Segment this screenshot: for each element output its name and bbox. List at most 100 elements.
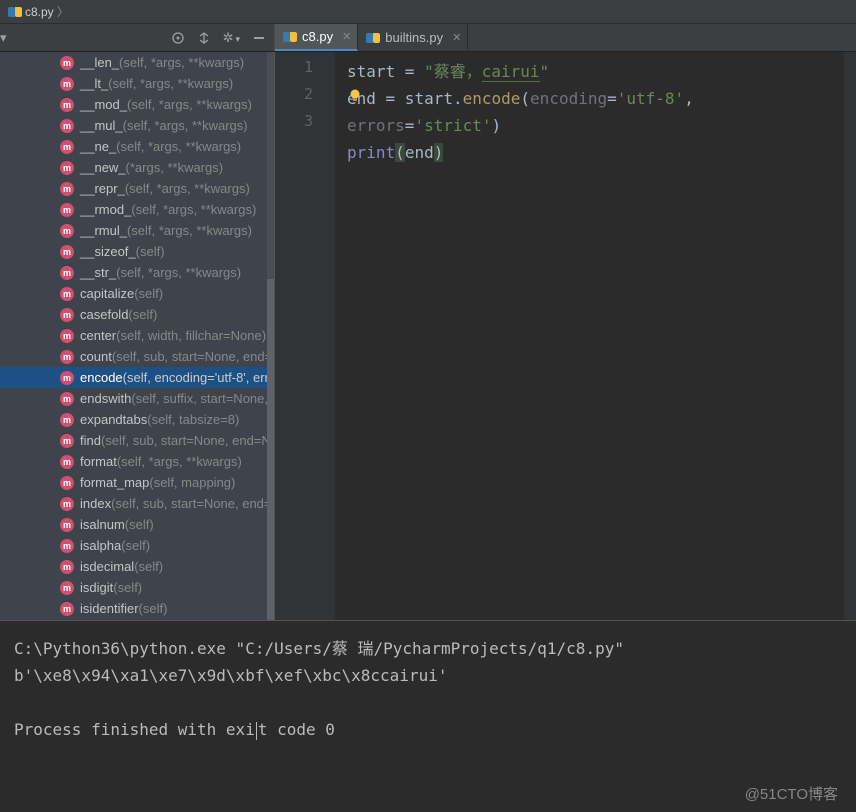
completion-item[interactable]: mcount(self, sub, start=None, end= [0, 346, 274, 367]
completion-item[interactable]: m endswith(self, suffix, start=None, e [0, 388, 274, 409]
method-badge-icon: m [60, 245, 74, 259]
completion-item[interactable]: misdigit(self) [0, 577, 274, 598]
hide-icon[interactable] [252, 31, 266, 45]
close-icon[interactable]: ✕ [452, 31, 461, 44]
method-badge-icon: m [60, 392, 74, 406]
completion-item[interactable]: m__str_(self, *args, **kwargs) [0, 262, 274, 283]
completion-item[interactable]: m isalnum(self) [0, 514, 274, 535]
completion-params: (self) [121, 538, 150, 553]
method-badge-icon: m [60, 518, 74, 532]
method-badge-icon: m [60, 287, 74, 301]
line-number: 2 [275, 85, 335, 112]
target-icon[interactable] [171, 31, 185, 45]
completion-params: (self, *args, **kwargs) [119, 55, 244, 70]
scrollbar[interactable] [267, 52, 274, 620]
completion-name: casefold [80, 307, 128, 322]
completion-name: __repr_ [80, 181, 125, 196]
completion-name: endswith [80, 391, 131, 406]
completion-item[interactable]: m__repr_(self, *args, **kwargs) [0, 178, 274, 199]
completion-name: __sizeof_ [80, 244, 136, 259]
completion-item[interactable]: m__mod_(self, *args, **kwargs) [0, 94, 274, 115]
tab-label: c8.py [302, 29, 333, 44]
method-badge-icon: m [60, 476, 74, 490]
line-number: 3 [275, 112, 335, 139]
completion-item[interactable]: m__len_(self, *args, **kwargs) [0, 52, 274, 73]
code-area[interactable]: start = "蔡睿，cairui" end = start.encode(e… [335, 52, 844, 620]
gear-icon[interactable]: ✲▾ [223, 30, 240, 46]
method-badge-icon: m [60, 539, 74, 553]
tab-label: builtins.py [385, 30, 443, 45]
line-number: 1 [275, 58, 335, 85]
python-file-icon [366, 31, 380, 45]
completion-item[interactable]: m capitalize(self) [0, 283, 274, 304]
completion-params: (self) [125, 517, 154, 532]
method-badge-icon: m [60, 308, 74, 322]
completion-item[interactable]: m isalpha(self) [0, 535, 274, 556]
completion-params: (self, sub, start=None, end=N [101, 433, 271, 448]
completion-name: isalnum [80, 517, 125, 532]
completion-params: (*args, **kwargs) [126, 160, 224, 175]
completion-item[interactable]: m__rmul_(self, *args, **kwargs) [0, 220, 274, 241]
tab-builtins[interactable]: builtins.py ✕ [358, 24, 468, 51]
console-line: C:\Python36\python.exe "C:/Users/蔡 瑞/Pyc… [14, 635, 856, 662]
completion-item[interactable]: m __sizeof_(self) [0, 241, 274, 262]
completion-name: capitalize [80, 286, 134, 301]
method-badge-icon: m [60, 560, 74, 574]
completion-name: find [80, 433, 101, 448]
method-badge-icon: m [60, 350, 74, 364]
method-badge-icon: m [60, 56, 74, 70]
completion-item[interactable]: mfind(self, sub, start=None, end=N [0, 430, 274, 451]
completion-params: (self, width, fillchar=None) [116, 328, 266, 343]
completion-item[interactable]: misidentifier(self) [0, 598, 274, 619]
run-console[interactable]: C:\Python36\python.exe "C:/Users/蔡 瑞/Pyc… [0, 620, 856, 812]
completion-item[interactable]: mformat(self, *args, **kwargs) [0, 451, 274, 472]
main-area: m__len_(self, *args, **kwargs)m__lt_(sel… [0, 52, 856, 620]
editor-tabs: c8.py ✕ builtins.py ✕ [275, 24, 468, 51]
completion-item[interactable]: m__lt_(self, *args, **kwargs) [0, 73, 274, 94]
completion-popup[interactable]: m__len_(self, *args, **kwargs)m__lt_(sel… [0, 52, 275, 620]
completion-params: (self, *args, **kwargs) [127, 223, 252, 238]
completion-item[interactable]: mindex(self, sub, start=None, end= [0, 493, 274, 514]
completion-params: (self, *args, **kwargs) [116, 265, 241, 280]
completion-item[interactable]: mexpandtabs(self, tabsize=8) [0, 409, 274, 430]
scrollbar-thumb[interactable] [267, 279, 274, 620]
tab-c8[interactable]: c8.py ✕ [275, 24, 358, 51]
watermark: @51CTO博客 [745, 783, 838, 804]
method-badge-icon: m [60, 371, 74, 385]
completion-item[interactable]: mcasefold(self) [0, 304, 274, 325]
completion-params: (self, *args, **kwargs) [131, 202, 256, 217]
completion-name: center [80, 328, 116, 343]
completion-item[interactable]: m__rmod_(self, *args, **kwargs) [0, 199, 274, 220]
completion-name: expandtabs [80, 412, 147, 427]
completion-item[interactable]: m__ne_(self, *args, **kwargs) [0, 136, 274, 157]
completion-params: (self) [136, 244, 165, 259]
completion-params: (self, *args, **kwargs) [116, 139, 241, 154]
completion-item[interactable]: mcenter(self, width, fillchar=None) [0, 325, 274, 346]
dropdown-icon[interactable]: ▾ [0, 30, 7, 46]
completion-name: __mul_ [80, 118, 123, 133]
method-badge-icon: m [60, 497, 74, 511]
collapse-icon[interactable] [197, 31, 211, 45]
completion-item[interactable]: mencode(self, encoding='utf-8', erro [0, 367, 274, 388]
code-editor[interactable]: 1 2 3 start = "蔡睿，cairui" end = start.en… [275, 52, 856, 620]
completion-params: (self) [134, 286, 163, 301]
method-badge-icon: m [60, 161, 74, 175]
completion-item[interactable]: m__new_(*args, **kwargs) [0, 157, 274, 178]
completion-item[interactable]: mformat_map(self, mapping) [0, 472, 274, 493]
intention-bulb-icon[interactable] [347, 87, 363, 103]
completion-params: (self, *args, **kwargs) [127, 97, 252, 112]
code-line: end = start.encode(encoding='utf-8', err… [347, 85, 844, 139]
breadcrumb-file[interactable]: c8.py [25, 5, 54, 19]
completion-name: isalpha [80, 538, 121, 553]
close-icon[interactable]: ✕ [342, 30, 351, 43]
completion-item[interactable]: m__mul_(self, *args, **kwargs) [0, 115, 274, 136]
editor-gutter: 1 2 3 [275, 52, 335, 620]
completion-item[interactable]: misdecimal(self) [0, 556, 274, 577]
completion-name: format_map [80, 475, 149, 490]
python-file-icon [283, 30, 297, 44]
completion-params: (self, suffix, start=None, e [131, 391, 275, 406]
completion-name: __rmod_ [80, 202, 131, 217]
console-line: b'\xe8\x94\xa1\xe7\x9d\xbf\xef\xbc\x8cca… [14, 662, 856, 689]
completion-name: isdecimal [80, 559, 134, 574]
console-line: Process finished with exit code 0 [14, 716, 856, 743]
